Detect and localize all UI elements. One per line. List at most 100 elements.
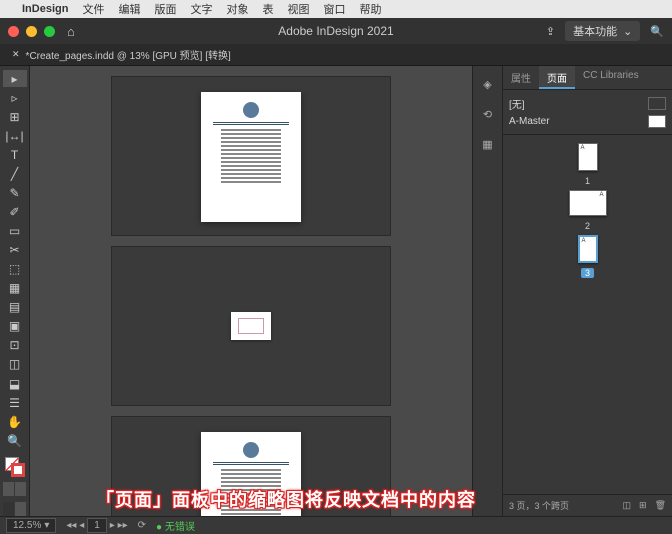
zoom-value: 12.5%	[13, 520, 41, 531]
fill-stroke-swatch[interactable]	[3, 457, 27, 476]
menu-edit[interactable]: 编辑	[118, 1, 140, 17]
menu-view[interactable]: 视图	[287, 1, 309, 17]
view-mode-toggles	[3, 502, 26, 516]
close-tab-icon[interactable]: ✕	[12, 49, 20, 60]
last-page-button[interactable]: ▸ ▸▸	[110, 520, 128, 531]
chevron-down-icon: ▾	[44, 520, 49, 531]
page-num-2: 2	[585, 221, 590, 231]
page-thumb-3[interactable]: A	[578, 235, 598, 263]
masters-section: [无] A-Master	[503, 90, 672, 135]
traffic-lights	[8, 26, 55, 37]
note-tool[interactable]: ⊡	[3, 337, 27, 354]
pages-panel: 属性 页面 CC Libraries [无] A-Master A 1 A 2 …	[502, 66, 672, 516]
master-none[interactable]: [无]	[509, 94, 666, 113]
menu-type[interactable]: 文字	[190, 1, 212, 17]
master-label: [无]	[509, 96, 525, 111]
work-indicator-icon: ⟳	[138, 520, 146, 531]
rectangle-frame-tool[interactable]: ▭	[3, 223, 27, 240]
normal-view-button[interactable]	[3, 502, 14, 516]
master-a[interactable]: A-Master	[509, 113, 666, 130]
apply-gradient-button[interactable]	[15, 482, 26, 496]
edit-page-size-icon[interactable]: ◫	[623, 500, 632, 511]
page-nav: ◂◂ ◂ 1 ▸ ▸▸	[66, 518, 127, 533]
gap-tool[interactable]: |↔|	[3, 127, 27, 144]
document-tabs: ✕ *Create_pages.indd @ 13% [GPU 预览] [转换]	[0, 44, 672, 66]
first-page-button[interactable]: ◂◂ ◂	[66, 520, 84, 531]
page-num-1: 1	[585, 176, 590, 186]
tab-properties[interactable]: 属性	[503, 66, 539, 89]
main-area: ▸ ▹ ⊞ |↔| T ╱ ✎ ✐ ▭ ✂ ⬚ ▦ ▤ ▣ ⊡ ◫ ⬓ ☰ ✋ …	[0, 66, 672, 516]
gradient-feather-tool[interactable]: ▣	[3, 318, 27, 335]
direct-selection-tool[interactable]: ▹	[3, 89, 27, 106]
workspace-label: 基本功能	[573, 23, 617, 39]
document-tab[interactable]: ✕ *Create_pages.indd @ 13% [GPU 预览] [转换]	[4, 47, 239, 62]
page-thumb-1[interactable]: A	[578, 143, 598, 171]
selection-tool[interactable]: ▸	[3, 70, 27, 87]
preflight-status[interactable]: ● 无错误	[156, 518, 195, 533]
spread-2[interactable]	[111, 246, 391, 406]
tab-pages[interactable]: 页面	[539, 66, 575, 89]
rectangle-tool[interactable]: ⬚	[3, 261, 27, 278]
document-tab-label: *Create_pages.indd @ 13% [GPU 预览] [转换]	[26, 47, 231, 62]
page-num-3: 3	[581, 268, 594, 278]
workspace-selector[interactable]: 基本功能 ⌄	[565, 21, 640, 41]
doc-logo	[243, 102, 259, 118]
hand-tool[interactable]: ✋	[3, 413, 27, 430]
pages-panel-icon[interactable]: ⟲	[478, 104, 498, 124]
apply-color-button[interactable]	[3, 482, 14, 496]
free-transform-tool[interactable]: ▦	[3, 280, 27, 297]
spread-1[interactable]	[111, 76, 391, 236]
minimize-window-button[interactable]	[26, 26, 37, 37]
menu-window[interactable]: 窗口	[323, 1, 345, 17]
home-icon[interactable]: ⌂	[67, 24, 75, 39]
apply-color-toggles	[3, 482, 26, 496]
page-thumb-2[interactable]: A	[569, 190, 607, 216]
color-theme-tool[interactable]: ◫	[3, 356, 27, 373]
tab-cclibraries[interactable]: CC Libraries	[575, 66, 647, 89]
stroke-swatch[interactable]	[11, 463, 25, 477]
document-canvas[interactable]	[30, 66, 472, 516]
pen-tool[interactable]: ✎	[3, 184, 27, 201]
menu-help[interactable]: 帮助	[359, 1, 381, 17]
panel-dock-strip: ◈ ⟲ ▦	[472, 66, 502, 516]
page-number-field[interactable]: 1	[87, 518, 107, 533]
gradient-swatch-tool[interactable]: ▤	[3, 299, 27, 316]
preview-view-button[interactable]	[15, 502, 26, 516]
mac-menubar: InDesign 文件 编辑 版面 文字 对象 表 视图 窗口 帮助	[0, 0, 672, 18]
cc-libraries-icon[interactable]: ◈	[478, 74, 498, 94]
pages-thumbnails: A 1 A 2 A 3	[503, 135, 672, 494]
page-2-preview[interactable]	[231, 312, 271, 340]
menu-file[interactable]: 文件	[82, 1, 104, 17]
tutorial-annotation: 「页面」面板中的缩略图将反映文档中的内容	[96, 486, 476, 512]
app-name[interactable]: InDesign	[22, 3, 68, 15]
pencil-tool[interactable]: ✐	[3, 203, 27, 220]
tools-toolbar: ▸ ▹ ⊞ |↔| T ╱ ✎ ✐ ▭ ✂ ⬚ ▦ ▤ ▣ ⊡ ◫ ⬓ ☰ ✋ …	[0, 66, 30, 516]
zoom-tool[interactable]: 🔍	[3, 432, 27, 449]
menu-table[interactable]: 表	[262, 1, 273, 17]
properties-panel-icon[interactable]: ▦	[478, 134, 498, 154]
panel-tabs: 属性 页面 CC Libraries	[503, 66, 672, 90]
master-thumb-none	[648, 97, 666, 110]
app-titlebar: ⌂ Adobe InDesign 2021 ⇪ 基本功能 ⌄ 🔍	[0, 18, 672, 44]
doc-logo	[243, 442, 259, 458]
share-icon[interactable]: ⇪	[546, 25, 555, 38]
search-icon[interactable]: 🔍	[650, 25, 664, 38]
eyedropper-tool[interactable]: ⬓	[3, 375, 27, 392]
measure-tool[interactable]: ☰	[3, 394, 27, 411]
page-tool[interactable]: ⊞	[3, 108, 27, 125]
zoom-selector[interactable]: 12.5% ▾	[6, 518, 56, 533]
maximize-window-button[interactable]	[44, 26, 55, 37]
page-count-label: 3 页，3 个跨页	[509, 499, 569, 512]
chevron-down-icon: ⌄	[623, 25, 632, 38]
pages-panel-footer: 3 页，3 个跨页 ◫ ⊞ 🗑	[503, 494, 672, 516]
new-page-icon[interactable]: ⊞	[639, 500, 647, 511]
scissors-tool[interactable]: ✂	[3, 242, 27, 259]
type-tool[interactable]: T	[3, 146, 27, 163]
menu-object[interactable]: 对象	[226, 1, 248, 17]
close-window-button[interactable]	[8, 26, 19, 37]
line-tool[interactable]: ╱	[3, 165, 27, 182]
menu-layout[interactable]: 版面	[154, 1, 176, 17]
delete-page-icon[interactable]: 🗑	[655, 500, 666, 511]
page-1-preview[interactable]	[201, 92, 301, 222]
master-label: A-Master	[509, 116, 550, 127]
